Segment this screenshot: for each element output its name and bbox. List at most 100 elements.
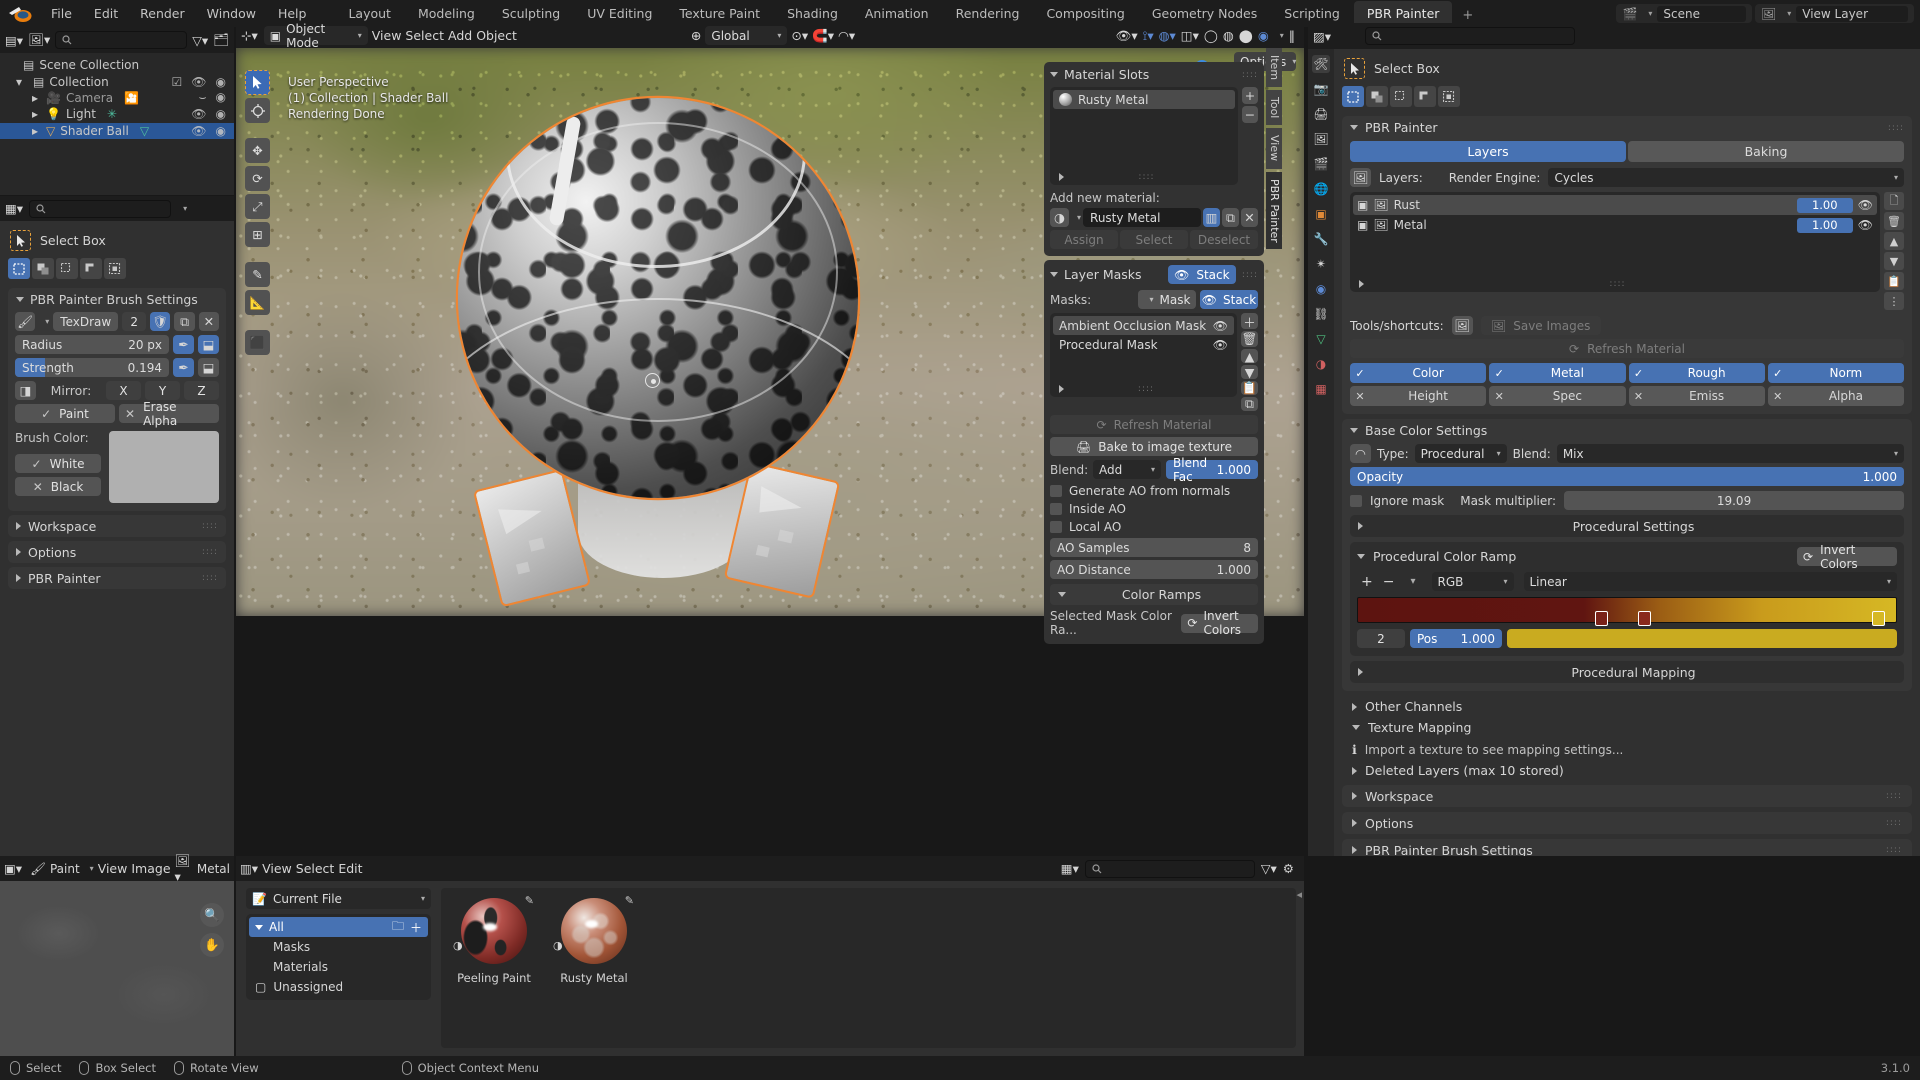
- ramp-stop[interactable]: [1637, 611, 1651, 626]
- grip-icon[interactable]: ::::: [1138, 384, 1154, 394]
- select-invert-icon[interactable]: [1414, 86, 1436, 107]
- layer-opacity[interactable]: 1.00: [1796, 197, 1853, 213]
- properties-workspace-panel[interactable]: Workspace ::::: [1342, 785, 1912, 807]
- bake-to-image-button[interactable]: 🖨 Bake to image texture: [1050, 437, 1258, 456]
- texture-tab-icon[interactable]: ▦: [1312, 380, 1330, 398]
- menu-edit[interactable]: Edit: [83, 3, 129, 24]
- tool-scale-icon[interactable]: ⤢: [245, 194, 270, 219]
- viewport-menu-object[interactable]: Object: [476, 28, 517, 43]
- editor-type-icon[interactable]: ▣▾: [4, 861, 22, 876]
- eye-icon[interactable]: 👁: [191, 124, 206, 138]
- pressure-radius-icon[interactable]: ✒: [173, 335, 194, 354]
- asset-category-materials[interactable]: Materials: [249, 957, 428, 977]
- modifier-tab-icon[interactable]: 🔧: [1312, 230, 1330, 248]
- brush-users-button[interactable]: 2: [122, 312, 147, 331]
- paste-icon[interactable]: 📋: [1884, 272, 1904, 290]
- color-ramps-header[interactable]: Color Ramps: [1050, 584, 1258, 605]
- sidebar-tab-pbr-painter[interactable]: PBR Painter: [1266, 171, 1282, 250]
- sidebar-tab-item[interactable]: Item: [1266, 48, 1282, 88]
- other-channels-header[interactable]: Other Channels: [1342, 696, 1912, 717]
- delete-mask-icon[interactable]: 🗑: [1241, 331, 1258, 347]
- material-slot-item[interactable]: Rusty Metal: [1053, 90, 1235, 109]
- constraints-tab-icon[interactable]: ⛓: [1312, 305, 1330, 323]
- paint-button[interactable]: ✓ Paint: [15, 404, 115, 423]
- edit-asset-icon[interactable]: ✎: [525, 894, 534, 907]
- camera-render-icon[interactable]: ◉: [216, 124, 226, 138]
- physics-tab-icon[interactable]: ◉: [1312, 280, 1330, 298]
- chevron-down-icon[interactable]: ▾: [1077, 213, 1081, 222]
- editor-type-icon[interactable]: ⊹▾: [241, 28, 258, 43]
- texture-mapping-header[interactable]: Texture Mapping: [1342, 717, 1912, 738]
- select-intersect-icon[interactable]: [104, 258, 126, 279]
- select-subtract-icon[interactable]: [56, 258, 78, 279]
- tool-tab-icon[interactable]: 🛠: [1312, 55, 1330, 73]
- erase-alpha-button[interactable]: ✕ Erase Alpha: [119, 400, 219, 428]
- grip-icon[interactable]: ::::: [1138, 172, 1154, 182]
- color-ramp-header[interactable]: Procedural Color Ramp ⟳ Invert Colors: [1357, 543, 1897, 571]
- add-mask-icon[interactable]: ＋: [1241, 313, 1258, 330]
- blend-select[interactable]: Mix ▾: [1556, 444, 1904, 463]
- brush-name-field[interactable]: TexDraw: [53, 312, 119, 331]
- asset-item[interactable]: ✎ ◑ Peeling Paint: [453, 894, 534, 1038]
- assign-button[interactable]: Assign: [1050, 230, 1118, 249]
- duplicate-icon[interactable]: ⧉: [1222, 208, 1239, 227]
- ramp-stop[interactable]: [1594, 611, 1608, 626]
- proportional-edit-icon[interactable]: ◠▾: [838, 28, 855, 43]
- tab-baking[interactable]: Baking: [1628, 141, 1904, 162]
- paste-icon[interactable]: 📋: [1241, 380, 1258, 395]
- material-nodes-icon[interactable]: ▥: [1203, 208, 1220, 227]
- black-button[interactable]: ✕ Black: [15, 477, 101, 496]
- mode-selector[interactable]: ▣ Object Mode ▾: [263, 22, 368, 50]
- asset-library-select[interactable]: 📝 Current File ▾: [246, 888, 431, 909]
- editor-type-icon[interactable]: ▦▾: [5, 201, 23, 216]
- view-layer-tab-icon[interactable]: 🖼: [1312, 130, 1330, 148]
- white-button[interactable]: ✓ White: [15, 454, 101, 473]
- view-layer-name[interactable]: View Layer: [1796, 5, 1908, 22]
- move-down-icon[interactable]: ▼: [1241, 365, 1258, 380]
- select-button[interactable]: Select: [1120, 230, 1188, 249]
- asset-menu-select[interactable]: Select: [296, 861, 335, 876]
- mirror-z-button[interactable]: Z: [184, 381, 219, 400]
- ramp-stop-active[interactable]: [1871, 611, 1885, 626]
- checkbox-icon[interactable]: [1050, 485, 1062, 497]
- tool-annotate-icon[interactable]: ✎: [245, 262, 270, 287]
- editor-type-icon[interactable]: ▥▾: [240, 861, 258, 876]
- shading-material-icon[interactable]: ⬤: [1239, 28, 1253, 43]
- eye-icon[interactable]: 👁: [191, 107, 206, 121]
- save-images-button[interactable]: 🖼 Save Images: [1480, 316, 1601, 335]
- paint-mode-icon[interactable]: 🖌: [30, 861, 46, 877]
- search-input[interactable]: [1084, 859, 1255, 878]
- pbr-painter-panel-header[interactable]: PBR Painter ::::: [1342, 116, 1912, 139]
- channel-color[interactable]: ✓ Color: [1350, 363, 1487, 383]
- shading-wireframe-icon[interactable]: ◯: [1204, 28, 1218, 43]
- sidebar-tab-view[interactable]: View: [1266, 128, 1282, 169]
- layer-list[interactable]: ▣ 🖼 Rust 1.00 👁 ▣ 🖼 Metal 1.00 👁::::: [1350, 192, 1880, 292]
- workspace-panel-collapsed[interactable]: Workspace ::::: [8, 515, 226, 537]
- shading-solid-icon[interactable]: ◍: [1223, 28, 1234, 43]
- outliner-row-scene-collection[interactable]: ▤ Scene Collection: [0, 57, 234, 73]
- stack-toggle-button[interactable]: 👁 Stack: [1167, 265, 1236, 284]
- properties-brush-settings-panel[interactable]: PBR Painter Brush Settings ::::: [1342, 839, 1912, 856]
- transform-pivot-icon[interactable]: ⊕: [691, 28, 701, 43]
- eye-closed-icon[interactable]: ⌣: [199, 90, 207, 105]
- material-icon[interactable]: ◑: [1050, 208, 1069, 227]
- layer-row[interactable]: ▣ 🖼 Rust 1.00 👁: [1353, 195, 1877, 215]
- editor-type-icon[interactable]: ▨▾: [1313, 29, 1331, 44]
- scene-name[interactable]: Scene: [1657, 5, 1746, 22]
- particles-tab-icon[interactable]: ✴: [1312, 255, 1330, 273]
- output-tab-icon[interactable]: 🖨: [1312, 105, 1330, 123]
- eye-icon[interactable]: 👁: [1858, 198, 1873, 212]
- overlays-icon[interactable]: ◍▾: [1159, 28, 1176, 43]
- strength-slider[interactable]: Strength 0.194: [15, 358, 169, 377]
- shader-ball-object[interactable]: [458, 98, 878, 608]
- channel-norm[interactable]: ✓ Norm: [1767, 363, 1904, 383]
- material-slot-list[interactable]: Rusty Metal ::::: [1050, 87, 1238, 185]
- select-subtract-icon[interactable]: [1390, 86, 1412, 107]
- expand-triangle-icon[interactable]: ▸: [32, 91, 41, 105]
- ramp-color-swatch[interactable]: [1507, 629, 1897, 648]
- viewport-menu-view[interactable]: View: [372, 28, 402, 43]
- deselect-button[interactable]: Deselect: [1190, 230, 1258, 249]
- material-name-field[interactable]: Rusty Metal: [1083, 208, 1201, 227]
- select-invert-icon[interactable]: [80, 258, 102, 279]
- chevron-down-icon[interactable]: ▾: [1280, 31, 1284, 40]
